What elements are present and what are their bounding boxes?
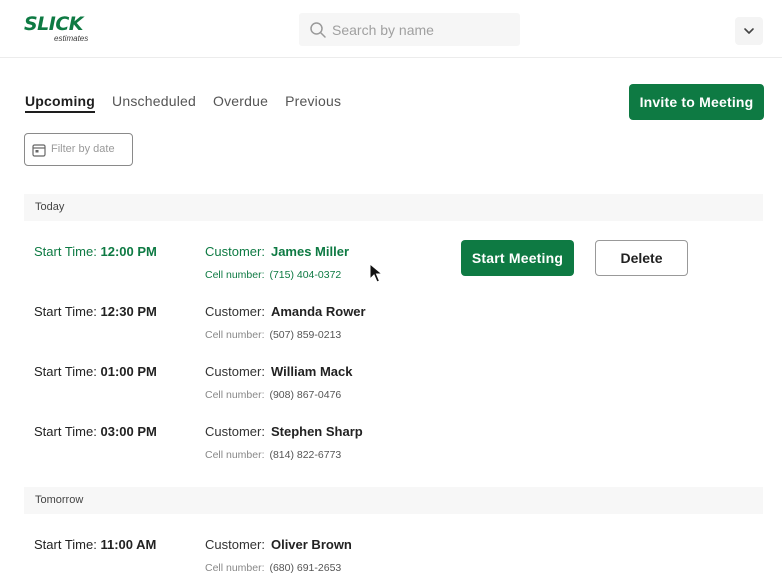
cell-number: Cell number: (507) 859-0213 (205, 329, 342, 341)
customer: Customer: James Miller (205, 244, 350, 259)
customer-name: William Mack (270, 364, 353, 379)
start-time: Start Time: 11:00 AM (34, 537, 157, 552)
meeting-row[interactable]: Start Time: 12:00 PM Customer: James Mill… (0, 240, 782, 294)
start-meeting-button[interactable]: Start Meeting (461, 240, 574, 276)
logo-wordmark: SLICK (24, 13, 84, 35)
cell-number: Cell number: (814) 822-6773 (205, 449, 342, 461)
tab-previous[interactable]: Previous (285, 93, 341, 113)
top-header: SLICK estimates (0, 0, 782, 58)
start-time: Start Time: 12:00 PM (34, 244, 157, 259)
customer-name: James Miller (270, 244, 350, 259)
slick-estimates-logo[interactable]: SLICK estimates (24, 14, 94, 46)
customer: Customer: William Mack (205, 364, 353, 379)
start-time: Start Time: 01:00 PM (34, 364, 157, 379)
search-input[interactable] (332, 13, 512, 46)
invite-to-meeting-button[interactable]: Invite to Meeting (629, 84, 764, 120)
customer: Customer: Stephen Sharp (205, 424, 363, 439)
search-icon (310, 22, 326, 38)
start-time: Start Time: 12:30 PM (34, 304, 157, 319)
tab-unscheduled[interactable]: Unscheduled (112, 93, 196, 113)
delete-button[interactable]: Delete (595, 240, 688, 276)
customer-name: Oliver Brown (270, 537, 352, 552)
meeting-row[interactable]: Start Time: 12:30 PM Customer: Amanda Row… (0, 304, 782, 354)
customer: Customer: Amanda Rower (205, 304, 366, 319)
cell-number: Cell number: (715) 404-0372 (205, 269, 342, 281)
account-menu-button[interactable] (735, 17, 763, 45)
chevron-down-icon (744, 28, 754, 34)
logo-tagline: estimates (54, 34, 89, 43)
section-header-tomorrow: Tomorrow (24, 487, 763, 514)
search-box (299, 13, 520, 46)
start-time: Start Time: 03:00 PM (34, 424, 157, 439)
section-header-today: Today (24, 194, 763, 221)
customer-name: Amanda Rower (270, 304, 366, 319)
cell-number: Cell number: (680) 691-2653 (205, 562, 342, 574)
customer-name: Stephen Sharp (270, 424, 363, 439)
filter-by-date-button[interactable]: Filter by date (24, 133, 133, 166)
filter-label: Filter by date (51, 143, 115, 155)
tab-upcoming[interactable]: Upcoming (25, 93, 96, 113)
app: SLICK estimates Upcoming Unscheduled Ove… (0, 0, 782, 584)
calendar-icon (32, 144, 46, 157)
cell-number: Cell number: (908) 867-0476 (205, 389, 342, 401)
meeting-row[interactable]: Start Time: 03:00 PM Customer: Stephen Sh… (0, 424, 782, 474)
meeting-row[interactable]: Start Time: 01:00 PM Customer: William Ma… (0, 364, 782, 414)
tab-overdue[interactable]: Overdue (213, 93, 268, 113)
mouse-cursor-icon (369, 263, 384, 283)
meeting-tabs: Upcoming Unscheduled Overdue Previous (25, 93, 358, 113)
customer: Customer: Oliver Brown (205, 537, 352, 552)
meeting-row[interactable]: Start Time: 11:00 AM Customer: Oliver Bro… (0, 537, 782, 584)
